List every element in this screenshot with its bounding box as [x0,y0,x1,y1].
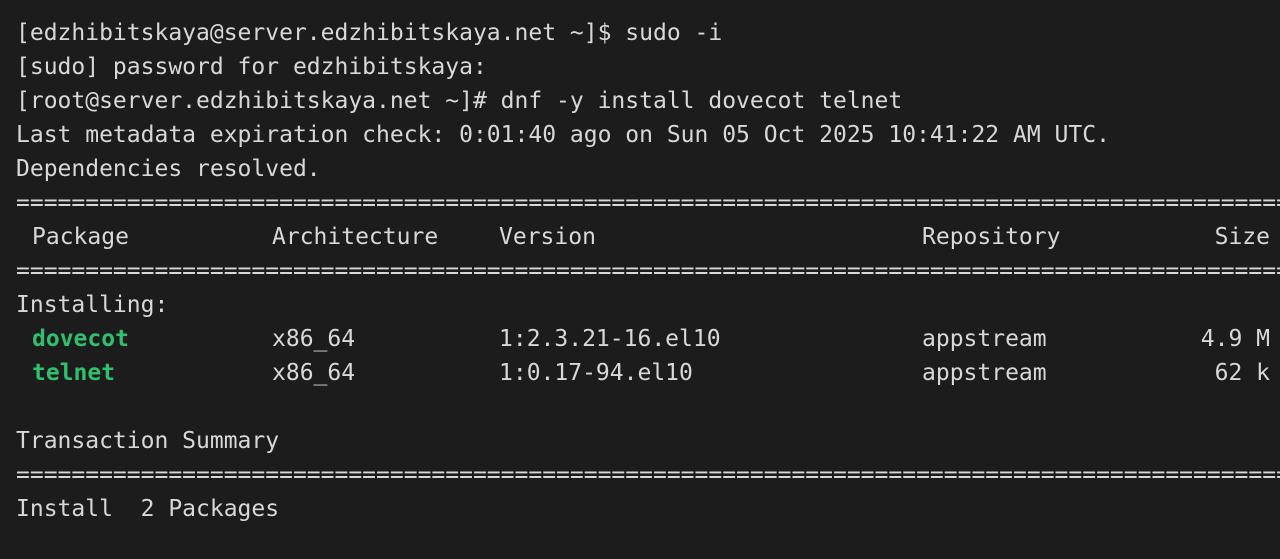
command-line-dnf-install: [root@server.edzhibitskaya.net ~]# dnf -… [16,88,903,114]
header-architecture: Architecture [272,224,439,250]
package-version: 1:0.17-94.el10 [499,360,693,386]
package-arch: x86_64 [272,326,356,352]
header-version: Version [499,224,596,250]
sudo-password-prompt: [sudo] password for edzhibitskaya: [16,54,487,80]
package-size: 62 k [1214,360,1270,386]
header-repository: Repository [922,224,1061,250]
header-package: Package [32,224,129,250]
dependencies-resolved-message: Dependencies resolved. [16,156,321,182]
metadata-check-message: Last metadata expiration check: 0:01:40 … [16,122,1110,148]
package-arch: x86_64 [272,360,356,386]
header-size: Size [1214,224,1270,250]
terminal-window[interactable]: [edzhibitskaya@server.edzhibitskaya.net … [0,0,1280,559]
table-header: Package Architecture Version Repository … [16,220,1280,254]
installing-label: Installing: [16,292,169,318]
package-version: 1:2.3.21-16.el10 [499,326,721,352]
command-line-sudo: [edzhibitskaya@server.edzhibitskaya.net … [16,20,723,46]
table-row: telnet x86_64 1:0.17-94.el10 appstream 6… [16,356,1280,390]
separator-rule: ========================================… [16,190,1280,216]
package-size: 4.9 M [1200,326,1270,352]
separator-rule: ========================================… [16,462,1280,488]
table-row: dovecot x86_64 1:2.3.21-16.el10 appstrea… [16,322,1280,356]
separator-rule: ========================================… [16,258,1280,284]
package-name: dovecot [32,326,129,352]
package-repo: appstream [922,326,1047,352]
install-count-line: Install 2 Packages [16,496,280,522]
package-repo: appstream [922,360,1047,386]
transaction-summary-label: Transaction Summary [16,428,280,454]
package-name: telnet [32,360,116,386]
